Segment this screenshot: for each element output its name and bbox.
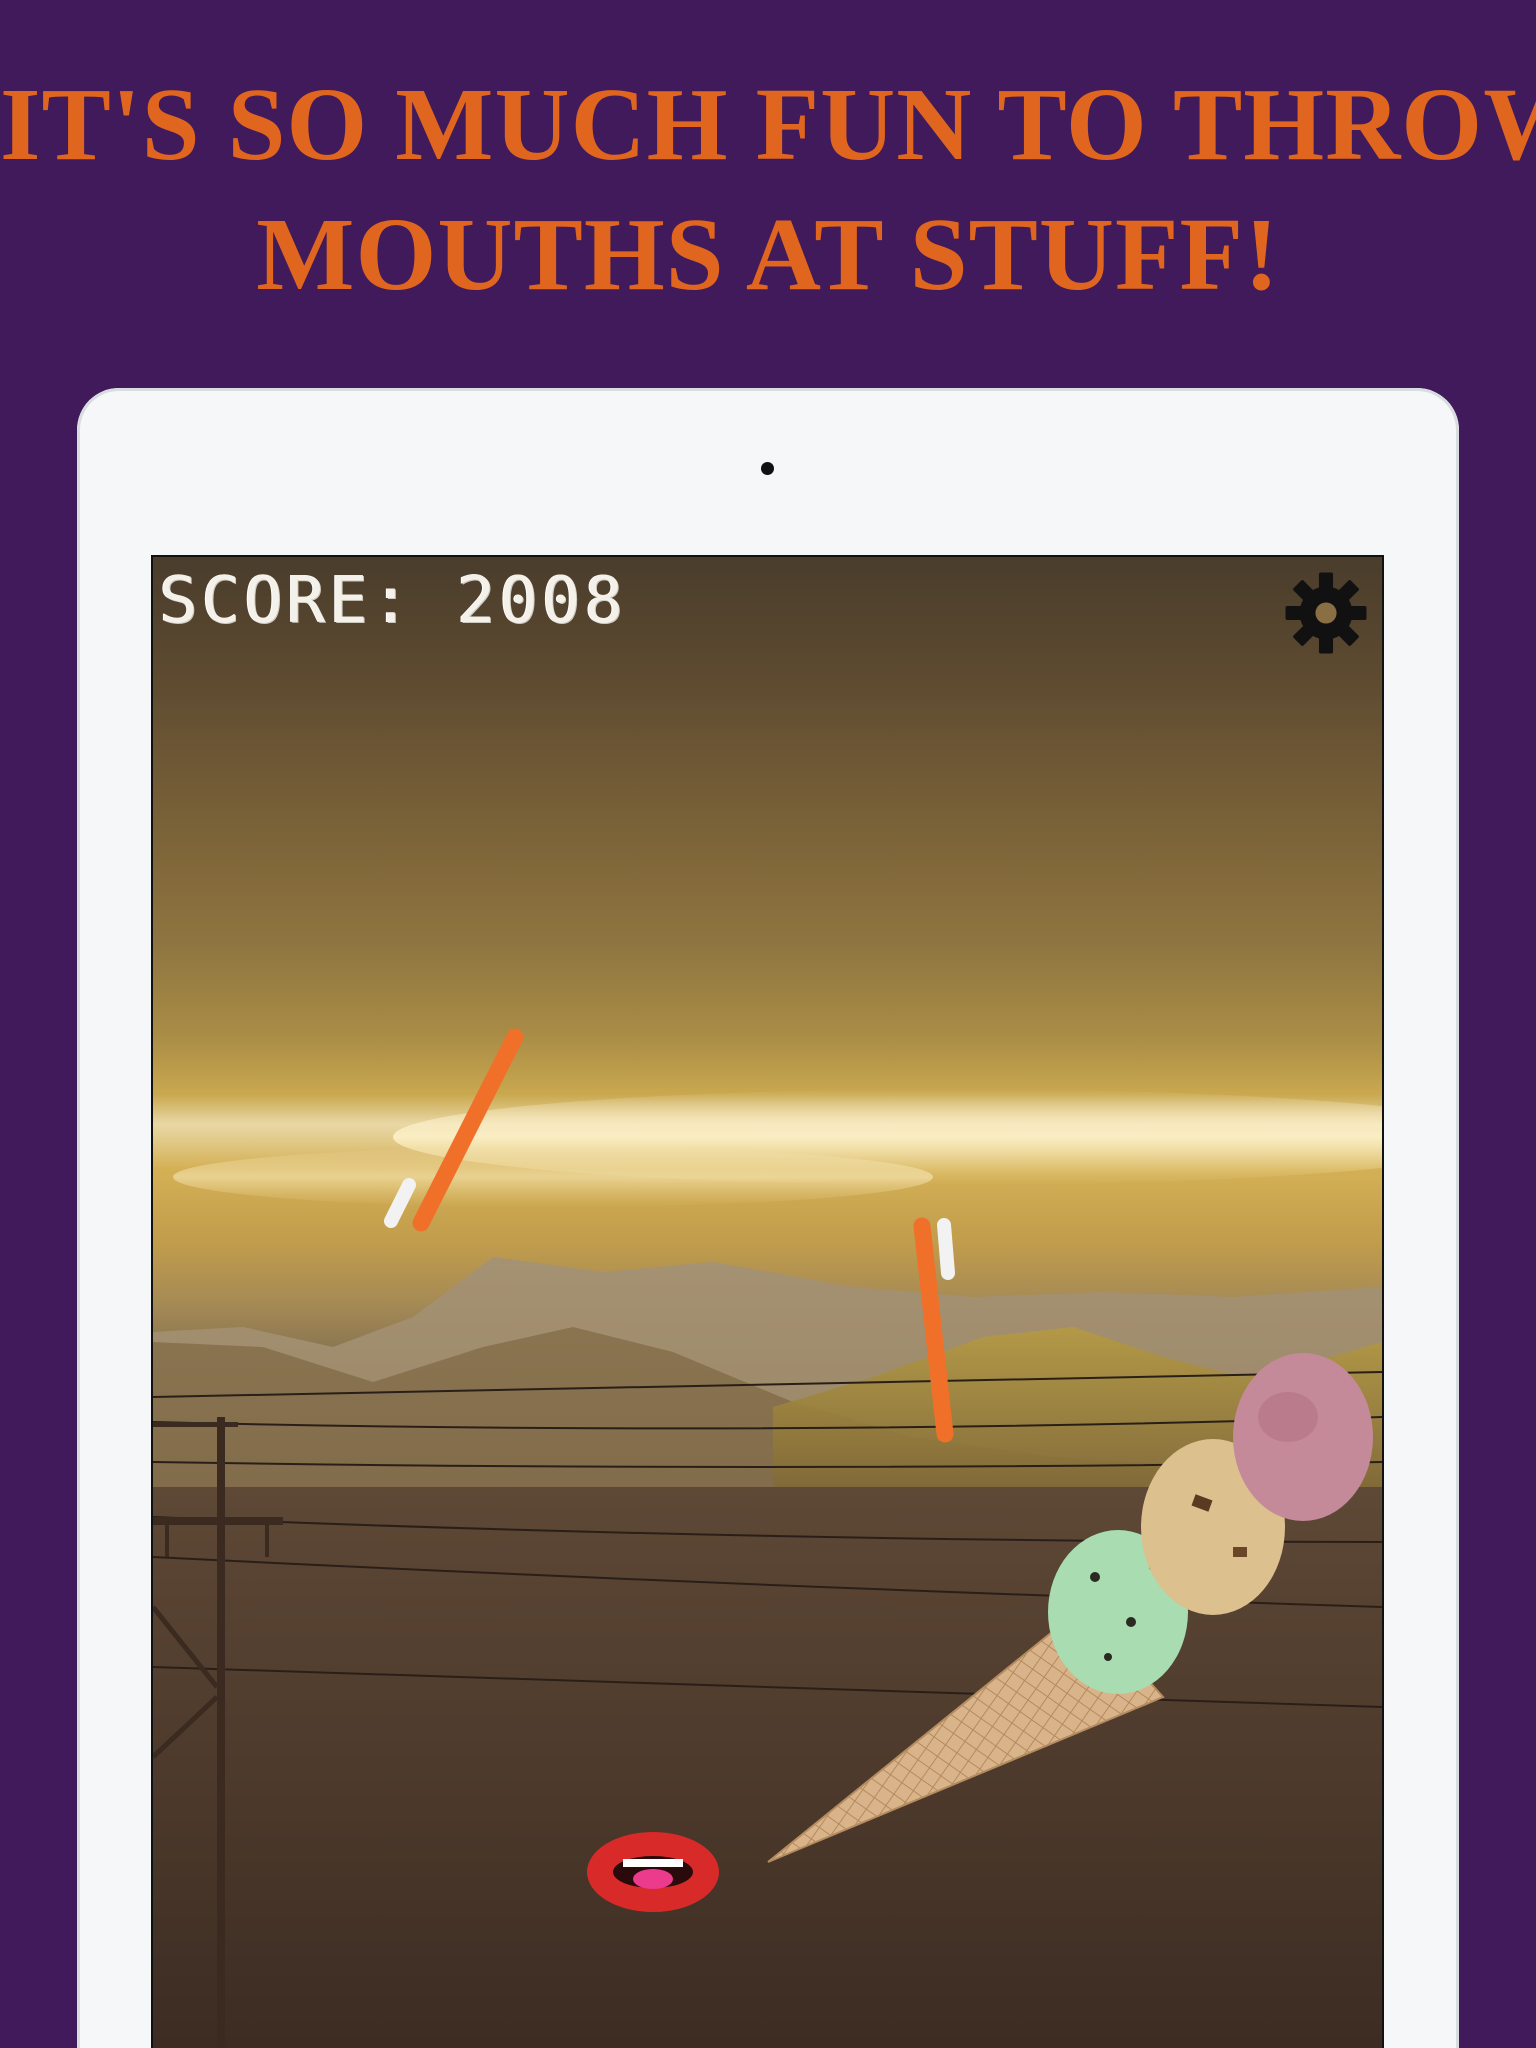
cloud-band-left <box>173 1147 933 1207</box>
game-scene <box>153 1028 1382 2048</box>
gear-icon[interactable] <box>1282 569 1370 657</box>
headline-line-1: IT'S SO MUCH FUN TO THROW <box>0 67 1536 182</box>
headline-line-2: MOUTHS AT STUFF! <box>256 197 1280 312</box>
tablet-camera <box>761 462 774 475</box>
mouth-player[interactable] <box>587 1832 719 1912</box>
promo-headline: IT'S SO MUCH FUN TO THROW MOUTHS AT STUF… <box>0 60 1536 320</box>
promo-page: IT'S SO MUCH FUN TO THROW MOUTHS AT STUF… <box>0 0 1536 2048</box>
score-display: SCORE: 2008 <box>159 564 627 638</box>
game-screen[interactable]: SCORE: 2008 <box>151 555 1384 2048</box>
